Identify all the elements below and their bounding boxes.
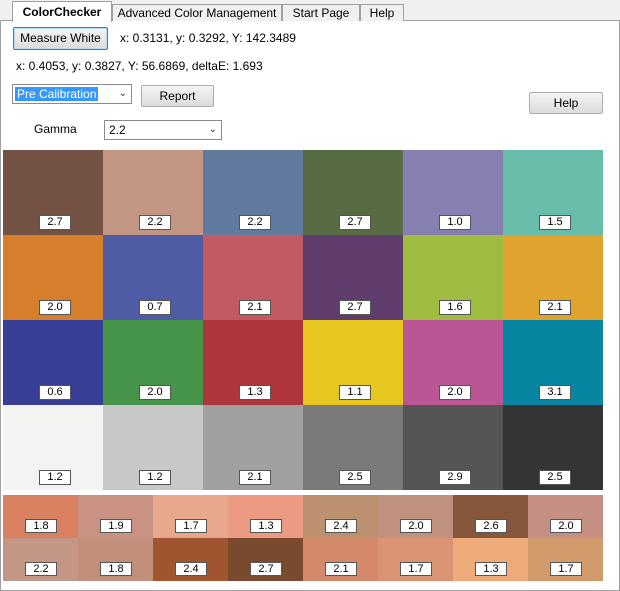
- delta-e-label: 2.2: [25, 562, 57, 576]
- delta-e-label: 2.7: [250, 562, 282, 576]
- chevron-down-icon: ⌄: [118, 88, 127, 99]
- delta-e-label: 2.0: [39, 300, 71, 315]
- delta-e-label: 1.2: [39, 470, 71, 485]
- color-patch[interactable]: 2.0: [403, 320, 503, 405]
- delta-e-label: 1.5: [539, 215, 571, 230]
- delta-e-label: 2.9: [439, 470, 471, 485]
- delta-e-label: 1.0: [439, 215, 471, 230]
- color-patch[interactable]: 2.1: [203, 405, 303, 490]
- delta-e-label: 2.7: [339, 215, 371, 230]
- white-point-readout: x: 0.3131, y: 0.3292, Y: 142.3489: [120, 31, 296, 45]
- tab-advanced-color-management[interactable]: Advanced Color Management: [112, 4, 282, 21]
- delta-e-label: 1.8: [25, 519, 57, 533]
- delta-e-label: 2.4: [325, 519, 357, 533]
- skin-tone-patch[interactable]: 2.6: [453, 495, 528, 538]
- delta-e-label: 2.2: [139, 215, 171, 230]
- delta-e-label: 0.7: [139, 300, 171, 315]
- delta-e-label: 2.5: [339, 470, 371, 485]
- color-patch[interactable]: 1.2: [103, 405, 203, 490]
- color-patch[interactable]: 2.1: [203, 235, 303, 320]
- gamma-label: Gamma: [34, 122, 77, 136]
- delta-e-label: 2.7: [39, 215, 71, 230]
- skin-tone-patch[interactable]: 1.8: [3, 495, 78, 538]
- delta-e-label: 3.1: [539, 385, 571, 400]
- color-patch[interactable]: 1.3: [203, 320, 303, 405]
- skin-tone-patch[interactable]: 1.3: [453, 538, 528, 581]
- gamma-select-value: 2.2: [109, 123, 126, 137]
- delta-e-label: 1.3: [239, 385, 271, 400]
- color-patch[interactable]: 1.1: [303, 320, 403, 405]
- delta-e-label: 1.7: [550, 562, 582, 576]
- delta-e-label: 2.2: [239, 215, 271, 230]
- tab-colorchecker[interactable]: ColorChecker: [12, 1, 112, 22]
- delta-e-label: 2.0: [400, 519, 432, 533]
- color-patch[interactable]: 2.5: [303, 405, 403, 490]
- skin-tone-patch[interactable]: 1.8: [78, 538, 153, 581]
- skin-tone-patch[interactable]: 2.4: [303, 495, 378, 538]
- delta-e-label: 1.2: [139, 470, 171, 485]
- gamma-select[interactable]: 2.2 ⌄: [104, 120, 222, 140]
- delta-e-label: 1.6: [439, 300, 471, 315]
- color-patch[interactable]: 2.2: [103, 150, 203, 235]
- delta-e-label: 2.1: [239, 300, 271, 315]
- delta-e-label: 2.1: [325, 562, 357, 576]
- skin-tone-patch[interactable]: 1.7: [528, 538, 603, 581]
- delta-e-label: 1.3: [475, 562, 507, 576]
- delta-e-label: 2.4: [175, 562, 207, 576]
- tab-start-page[interactable]: Start Page: [282, 4, 360, 21]
- delta-e-label: 2.1: [539, 300, 571, 315]
- delta-e-label: 2.0: [139, 385, 171, 400]
- skin-tone-patch[interactable]: 2.1: [303, 538, 378, 581]
- tab-bar: ColorChecker Advanced Color Management S…: [0, 0, 620, 22]
- color-patch[interactable]: 2.5: [503, 405, 603, 490]
- color-patch[interactable]: 2.7: [303, 235, 403, 320]
- skin-tone-patch[interactable]: 1.7: [378, 538, 453, 581]
- color-patch[interactable]: 2.1: [503, 235, 603, 320]
- skin-tone-patch[interactable]: 2.2: [3, 538, 78, 581]
- delta-e-label: 2.7: [339, 300, 371, 315]
- color-patch[interactable]: 1.5: [503, 150, 603, 235]
- measure-white-button[interactable]: Measure White: [13, 27, 108, 50]
- delta-e-label: 1.1: [339, 385, 371, 400]
- color-patch[interactable]: 0.6: [3, 320, 103, 405]
- skin-tone-patch[interactable]: 2.0: [378, 495, 453, 538]
- delta-e-label: 2.6: [475, 519, 507, 533]
- delta-e-label: 1.8: [100, 562, 132, 576]
- report-button[interactable]: Report: [141, 85, 214, 107]
- colorchecker-grid: 2.7 2.2 2.2 2.7 1.0 1.5 2.0 0.7 2.1 2.7 1.6 2.1 0.6 2…: [3, 150, 603, 490]
- color-patch[interactable]: 1.6: [403, 235, 503, 320]
- skin-tone-patch[interactable]: 1.7: [153, 495, 228, 538]
- color-patch[interactable]: 3.1: [503, 320, 603, 405]
- skin-tone-patch[interactable]: 2.7: [228, 538, 303, 581]
- calibration-select[interactable]: Pre Calibration ⌄: [12, 84, 132, 104]
- delta-e-label: 0.6: [39, 385, 71, 400]
- delta-e-label: 2.1: [239, 470, 271, 485]
- delta-e-label: 1.3: [250, 519, 282, 533]
- color-patch[interactable]: 1.2: [3, 405, 103, 490]
- chevron-down-icon: ⌄: [208, 124, 217, 135]
- skin-tone-patch[interactable]: 2.4: [153, 538, 228, 581]
- delta-e-label: 2.0: [439, 385, 471, 400]
- skin-tone-patch[interactable]: 2.0: [528, 495, 603, 538]
- delta-e-label: 1.7: [175, 519, 207, 533]
- color-patch[interactable]: 0.7: [103, 235, 203, 320]
- color-patch[interactable]: 2.7: [3, 150, 103, 235]
- color-patch[interactable]: 1.0: [403, 150, 503, 235]
- color-patch[interactable]: 2.2: [203, 150, 303, 235]
- color-patch[interactable]: 2.7: [303, 150, 403, 235]
- tab-help[interactable]: Help: [360, 4, 404, 21]
- skin-tone-patch[interactable]: 1.9: [78, 495, 153, 538]
- skin-tone-patch[interactable]: 1.3: [228, 495, 303, 538]
- delta-e-label: 2.0: [550, 519, 582, 533]
- delta-e-label: 2.5: [539, 470, 571, 485]
- delta-e-label: 1.9: [100, 519, 132, 533]
- patch-measurement-readout: x: 0.4053, y: 0.3827, Y: 56.6869, deltaE…: [16, 59, 263, 73]
- color-patch[interactable]: 2.0: [3, 235, 103, 320]
- color-patch[interactable]: 2.0: [103, 320, 203, 405]
- delta-e-label: 1.7: [400, 562, 432, 576]
- skin-tone-grid: 1.8 1.9 1.7 1.3 2.4 2.0 2.6 2.0 2.2 1.8 2.4 2.7 2.1 1…: [3, 495, 603, 581]
- calibration-select-value: Pre Calibration: [15, 87, 99, 101]
- color-patch[interactable]: 2.9: [403, 405, 503, 490]
- help-button[interactable]: Help: [529, 92, 603, 114]
